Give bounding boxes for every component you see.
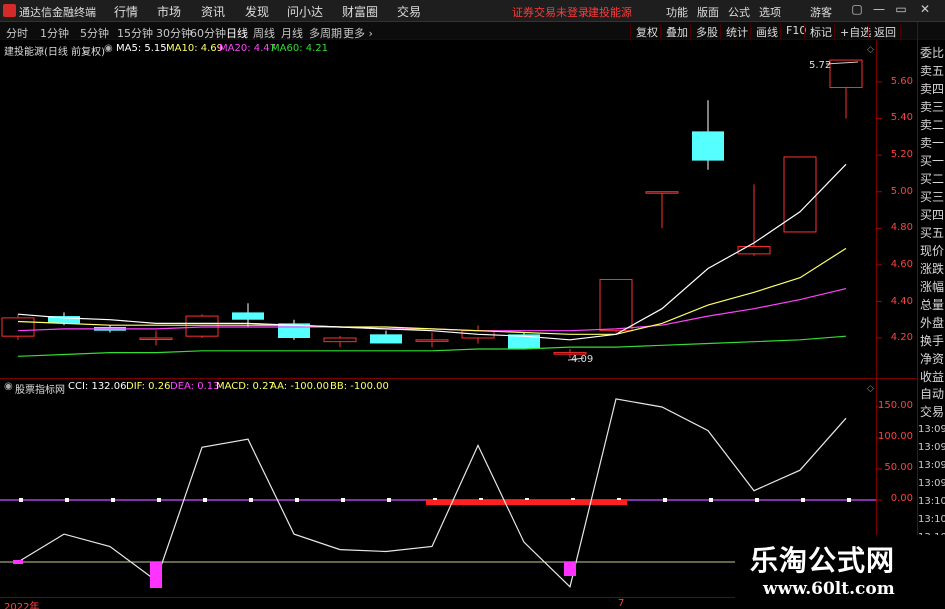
side-item[interactable]: 现价 <box>920 242 945 260</box>
macd-bar <box>426 500 627 505</box>
legend-ma60: MA60: 4.21 <box>271 43 329 54</box>
legend-ma10: MA10: 4.69 <box>166 43 224 54</box>
chart-title: 建投能源(日线 前复权) <box>4 47 105 58</box>
price-tick: 4.40 <box>890 296 913 307</box>
ind-tick: 0.00 <box>890 493 913 504</box>
dea-dot <box>295 498 299 502</box>
dea-dot <box>709 498 713 502</box>
time-label: 13:10 <box>918 496 945 507</box>
candle-body-down <box>370 334 402 344</box>
date-month-label: 7 <box>618 598 625 609</box>
price-tick: 4.60 <box>890 259 913 270</box>
ind-gear-icon[interactable]: ◉ <box>4 381 13 392</box>
ind-tick: 150.00 <box>878 400 913 411</box>
legend-ma20: MA20: 4.47 <box>219 43 277 54</box>
time-label: 13:09 <box>918 442 945 453</box>
high-price-label: 5.72 <box>809 60 832 71</box>
time-label: 13:10 <box>918 514 945 525</box>
candle-body-up <box>415 339 449 342</box>
quote-sidebar: 委比 卖五 卖四 卖三 卖二 卖一 买一 买二 买三 买四 买五 现价 涨跌 涨… <box>918 44 945 386</box>
price-tick: 5.40 <box>890 112 913 123</box>
dea-dot <box>203 498 207 502</box>
price-tick: 5.20 <box>890 149 913 160</box>
ind-title: 股票指标网 <box>15 385 65 396</box>
ind-macd: MACD: 0.27 <box>216 381 275 392</box>
candle-body-down <box>692 131 724 161</box>
price-tick: 5.60 <box>890 76 913 87</box>
candle-body-up <box>645 191 679 194</box>
price-tick: 5.00 <box>890 186 913 197</box>
dea-dot <box>249 498 253 502</box>
candle-body-up <box>323 337 357 343</box>
side-item[interactable]: 净资 <box>920 350 945 368</box>
candle-body-up <box>139 337 173 340</box>
side-item[interactable]: 买一 <box>920 152 945 170</box>
side-item[interactable]: 买三 <box>920 188 945 206</box>
diamond-icon[interactable]: ◇ <box>867 45 874 55</box>
candle-body-up <box>599 278 633 332</box>
dea-dot <box>157 498 161 502</box>
candle-body-up <box>1 317 35 337</box>
trade-sidebar: 自动 交易 <box>918 385 945 421</box>
candle-body-up <box>783 156 817 233</box>
side-item[interactable]: 卖二 <box>920 116 945 134</box>
watermark-title: 乐淘公式网 <box>750 544 896 577</box>
time-label: 13:09 <box>918 460 945 471</box>
side-item[interactable]: 卖四 <box>920 80 945 98</box>
dea-dot <box>19 498 23 502</box>
time-label: 13:09 <box>918 478 945 489</box>
side-item[interactable]: 卖一 <box>920 134 945 152</box>
side-item[interactable]: 总量 <box>920 296 945 314</box>
side-trade[interactable]: 交易 <box>920 403 945 421</box>
kline-chart[interactable]: ◇ ◇ <box>0 0 945 609</box>
time-label: 13:09 <box>918 424 945 435</box>
side-item[interactable]: 换手 <box>920 332 945 350</box>
aa-marker <box>150 562 162 588</box>
dea-dot <box>111 498 115 502</box>
dea-dot <box>65 498 69 502</box>
candle-body-up <box>737 246 771 255</box>
ind-aa: AA: -100.00 <box>270 381 329 392</box>
candle-body-up <box>829 59 863 88</box>
side-item[interactable]: 涨跌 <box>920 260 945 278</box>
dea-dot <box>801 498 805 502</box>
side-item[interactable]: 外盘 <box>920 314 945 332</box>
price-tick: 4.80 <box>890 222 913 233</box>
candle-body-down <box>232 312 264 320</box>
side-item[interactable]: 买五 <box>920 224 945 242</box>
ind-tick: 50.00 <box>884 462 913 473</box>
side-item[interactable]: 收益 <box>920 368 945 386</box>
cci-line <box>17 398 847 588</box>
date-year-label: 2022年 <box>4 602 40 609</box>
ind-bb: BB: -100.00 <box>330 381 389 392</box>
dea-dot <box>755 498 759 502</box>
ind-dea: DEA: 0.13 <box>170 381 220 392</box>
low-price-label: 4.09 <box>571 354 594 365</box>
side-item[interactable]: 卖五 <box>920 62 945 80</box>
diamond-icon-2[interactable]: ◇ <box>867 384 874 394</box>
side-item[interactable]: 涨幅 <box>920 278 945 296</box>
dea-dot <box>341 498 345 502</box>
ind-cci: CCI: 132.06 <box>68 381 127 392</box>
ma20-line <box>17 288 847 332</box>
dea-dot <box>663 498 667 502</box>
aa-marker <box>13 560 23 564</box>
side-item[interactable]: 委比 <box>920 44 945 62</box>
legend-gear-icon[interactable]: ◉ <box>104 43 113 54</box>
aa-marker <box>564 562 576 576</box>
legend-ma5: MA5: 5.15 <box>116 43 167 54</box>
side-item[interactable]: 买四 <box>920 206 945 224</box>
ind-dif: DIF: 0.26 <box>126 381 171 392</box>
side-item[interactable]: 卖三 <box>920 98 945 116</box>
side-item[interactable]: 买二 <box>920 170 945 188</box>
watermark: 乐淘公式网 www.60lt.com <box>735 535 945 609</box>
dea-dot <box>387 498 391 502</box>
ind-tick: 100.00 <box>878 431 913 442</box>
dea-dot <box>847 498 851 502</box>
price-tick: 4.20 <box>890 332 913 343</box>
side-auto[interactable]: 自动 <box>920 385 945 403</box>
watermark-url: www.60lt.com <box>763 579 895 599</box>
candle-body-up <box>185 315 219 337</box>
